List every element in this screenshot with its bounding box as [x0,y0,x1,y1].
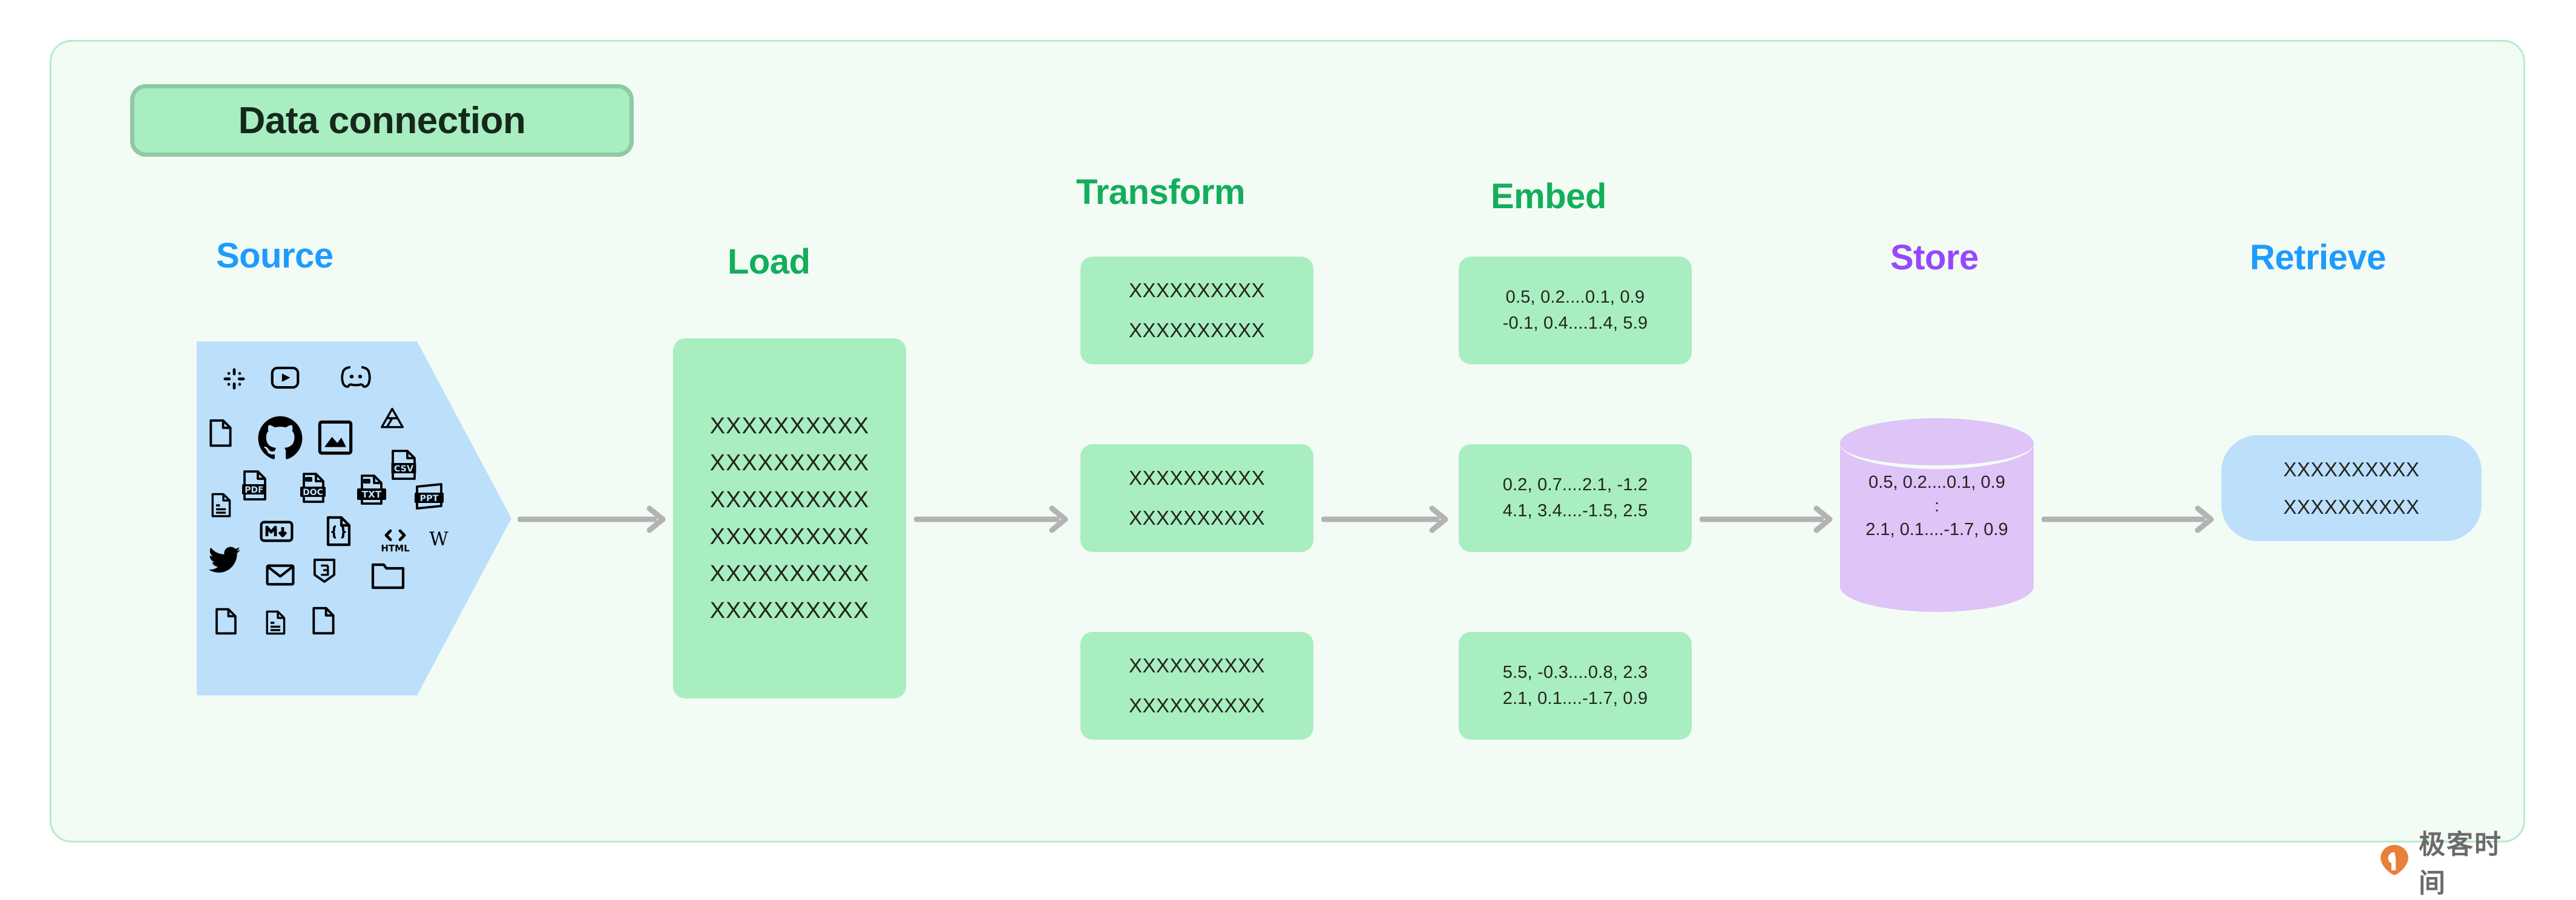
css3-icon [313,558,336,583]
embed-line: 2.1, 0.1....-1.7, 0.9 [1502,689,1648,708]
store-line: 0.5, 0.2....0.1, 0.9 [1868,473,2005,492]
stage-heading-retrieve: Retrieve [2250,238,2386,277]
csv-file-icon: CSV [390,449,417,481]
txt-file-icon: TXT [355,473,388,507]
load-box: XXXXXXXXXX XXXXXXXXXX XXXXXXXXXX XXXXXXX… [673,338,906,698]
svg-text:DOC: DOC [303,488,323,498]
watermark: 极客时间 [2379,823,2523,900]
load-line: XXXXXXXXXX [709,487,870,513]
embed-line: 4.1, 3.4....-1.5, 2.5 [1502,501,1648,521]
arrow-embed-to-store [1700,501,1836,538]
file-lines-icon-2 [264,610,286,636]
embed-line: 5.5, -0.3....0.8, 2.3 [1502,663,1648,682]
load-line: XXXXXXXXXX [709,450,870,476]
transform-line: XXXXXXXXXX [1128,507,1266,529]
retrieve-box: XXXXXXXXXX XXXXXXXXXX [2221,435,2482,541]
ppt-file-icon: PPT [413,482,445,511]
watermark-text: 极客时间 [2419,829,2502,899]
pdf-file-icon: PDF [240,470,271,501]
file-icon-3 [310,606,336,636]
github-icon [257,415,303,461]
arrow-store-to-retrieve [2042,501,2217,538]
load-line: XXXXXXXXXX [709,413,870,439]
load-line: XXXXXXXXXX [709,597,870,623]
embed-line: -0.1, 0.4....1.4, 5.9 [1502,314,1648,333]
stage-heading-load: Load [728,242,810,281]
store-text-group: 0.5, 0.2....0.1, 0.9 : 2.1, 0.1....-1.7,… [1840,473,2034,540]
transform-box: XXXXXXXXXX XXXXXXXXXX [1080,444,1313,552]
embed-line: 0.5, 0.2....0.1, 0.9 [1505,287,1645,307]
wikipedia-icon: W [426,528,452,550]
transform-line: XXXXXXXXXX [1128,319,1266,341]
embed-box: 0.5, 0.2....0.1, 0.9 -0.1, 0.4....1.4, 5… [1459,257,1692,364]
transform-line: XXXXXXXXXX [1128,467,1266,489]
data-connection-diagram: Data connection Source Load Transform Em… [50,40,2525,899]
retrieve-line: XXXXXXXXXX [2283,495,2420,518]
twitter-icon [208,546,242,575]
markdown-icon [260,521,294,542]
slack-icon [222,367,246,391]
stage-heading-transform: Transform [1076,172,1246,212]
source-shape: CSV PDF DOC TXT PPT HTML W [197,341,511,695]
arrow-source-to-load [518,501,669,538]
transform-box: XXXXXXXXXX XXXXXXXXXX [1080,632,1313,740]
transform-box: XXXXXXXXXX XXXXXXXXXX [1080,257,1313,364]
cylinder-top [1840,418,2034,469]
arrow-transform-to-embed [1321,501,1451,538]
stage-heading-embed: Embed [1491,177,1606,216]
transform-line: XXXXXXXXXX [1128,279,1266,301]
page-title: Data connection [238,99,526,142]
json-file-icon [325,516,352,547]
stage-heading-source: Source [216,236,334,275]
load-line: XXXXXXXXXX [709,524,870,550]
embed-box: 0.2, 0.7....2.1, -1.2 4.1, 3.4....-1.5, … [1459,444,1692,552]
arrow-load-to-transform [914,501,1071,538]
svg-text:PDF: PDF [245,485,263,495]
diagram-title-pill: Data connection [130,84,634,157]
file-lines-icon [210,493,232,518]
transform-line: XXXXXXXXXX [1128,654,1266,677]
file-icon [208,419,233,448]
svg-text:CSV: CSV [394,464,414,474]
file-icon-2 [214,608,238,636]
transform-line: XXXXXXXXXX [1128,694,1266,717]
html-icon: HTML [380,527,411,553]
folder-icon [371,562,405,590]
svg-text:TXT: TXT [362,489,382,500]
email-icon [266,564,295,586]
geektime-logo-icon [2379,843,2410,880]
store-line: : [1934,496,1940,516]
youtube-icon [271,366,300,390]
discord-icon [341,364,371,390]
google-drive-icon [380,407,405,430]
cylinder-bottom [1840,561,2034,612]
svg-text:W: W [429,529,448,550]
image-icon [318,420,353,455]
embed-box: 5.5, -0.3....0.8, 2.3 2.1, 0.1....-1.7, … [1459,632,1692,740]
retrieve-line: XXXXXXXXXX [2283,458,2420,481]
store-cylinder: 0.5, 0.2....0.1, 0.9 : 2.1, 0.1....-1.7,… [1840,418,2034,612]
svg-text:PPT: PPT [420,494,439,504]
stage-heading-store: Store [1890,238,1979,277]
store-line: 2.1, 0.1....-1.7, 0.9 [1865,520,2008,539]
doc-file-icon: DOC [298,472,329,504]
load-line: XXXXXXXXXX [709,560,870,586]
svg-text:HTML: HTML [381,543,410,553]
embed-line: 0.2, 0.7....2.1, -1.2 [1502,475,1648,494]
